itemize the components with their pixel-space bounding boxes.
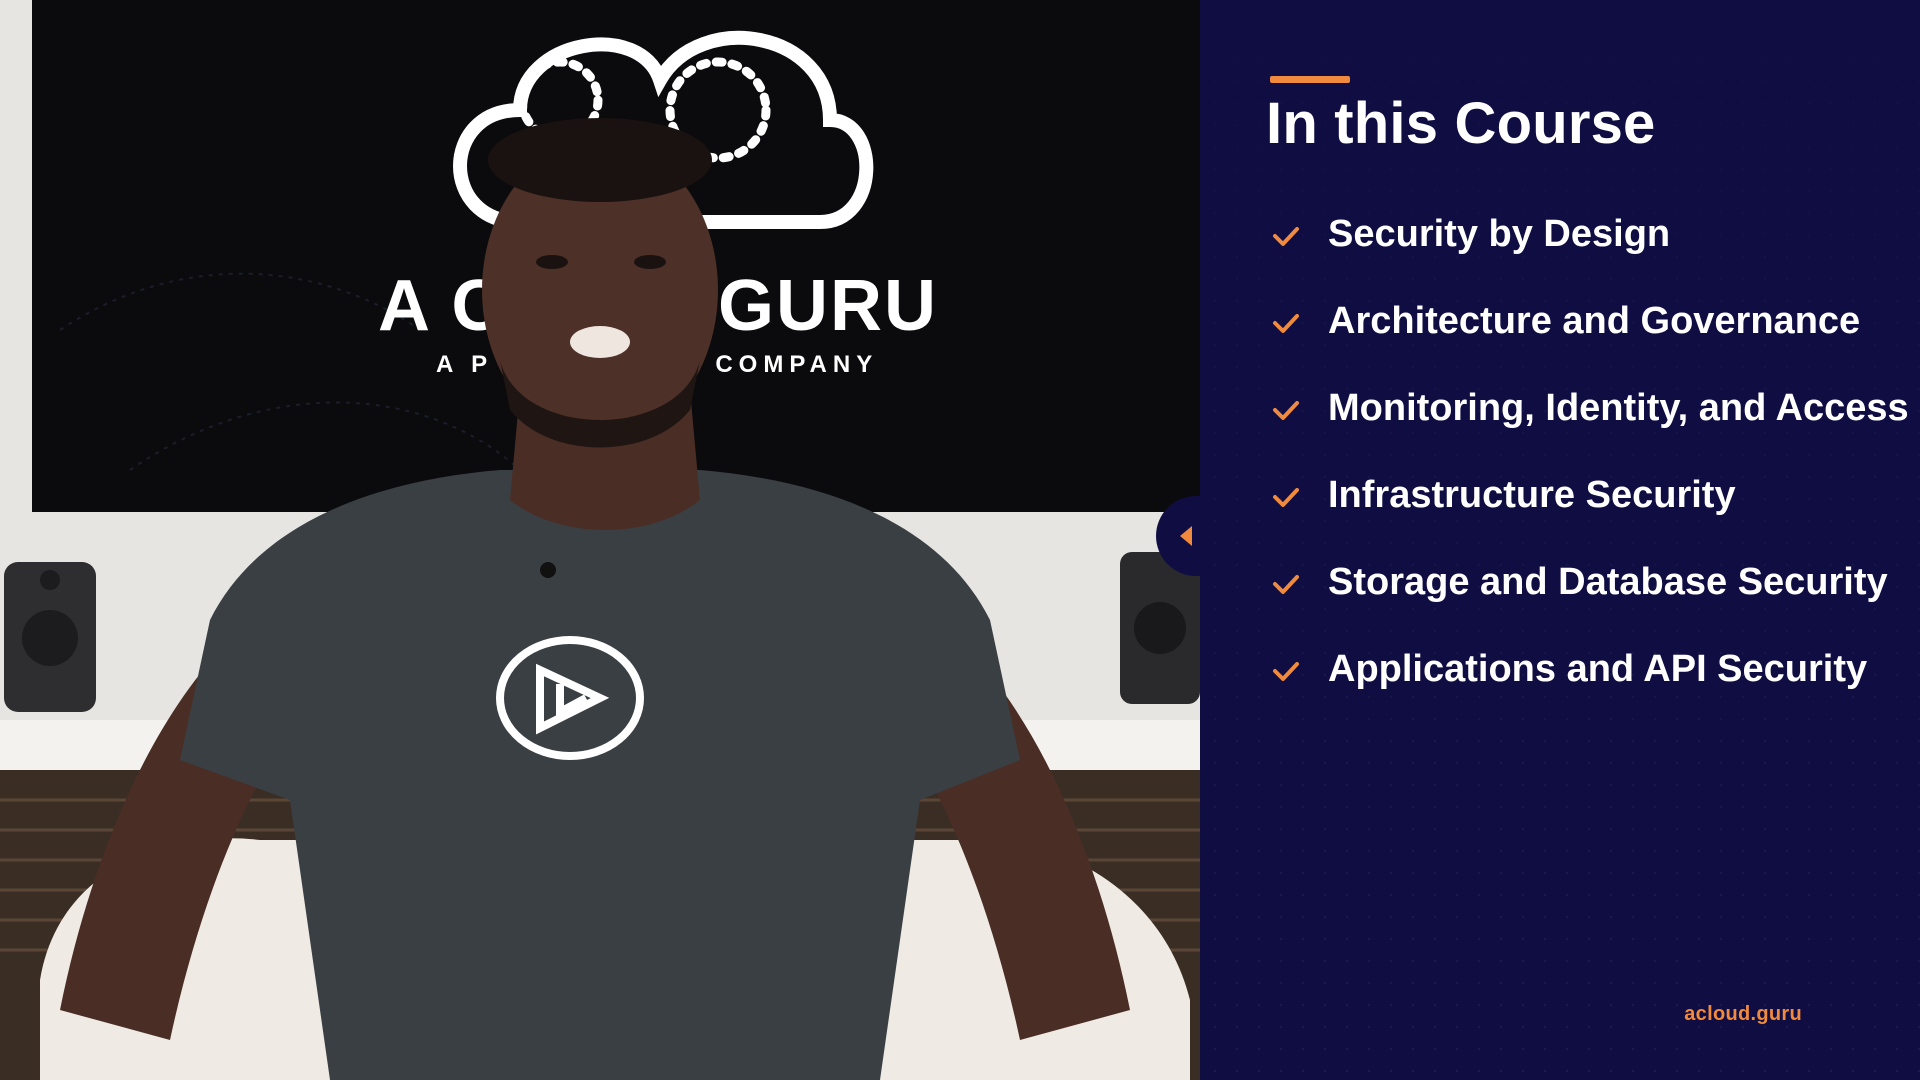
panel-title: In this Course	[1266, 91, 1656, 156]
accent-bar	[1270, 76, 1350, 83]
check-icon	[1273, 401, 1299, 420]
list-item-label: Storage and Database Security	[1328, 561, 1888, 603]
list-item: Architecture and Governance	[1270, 299, 1910, 343]
list-item-label: Monitoring, Identity, and Access	[1328, 387, 1909, 429]
instructor-video: A C GURU A P T COMPANY	[0, 0, 1200, 1080]
svg-text:T COMPANY: T COMPANY	[682, 351, 878, 378]
check-icon	[1273, 227, 1299, 246]
course-topic-list: Security by Design Architecture and Gove…	[1270, 212, 1910, 734]
brand-logo-text: acloud.guru	[1684, 1003, 1802, 1025]
list-item-label: Infrastructure Security	[1328, 474, 1736, 516]
speaker-left-icon	[4, 562, 96, 712]
caret-left-icon	[1180, 526, 1192, 546]
slide-stage: A C GURU A P T COMPANY In this Course Se…	[0, 0, 1920, 1080]
check-icon	[1273, 314, 1299, 333]
list-item: Applications and API Security	[1270, 647, 1910, 691]
list-item: Storage and Database Security	[1270, 560, 1910, 604]
list-item-label: Architecture and Governance	[1328, 300, 1861, 342]
video-scene: A C GURU A P T COMPANY	[0, 0, 1200, 1080]
check-icon	[1273, 662, 1299, 681]
list-item: Monitoring, Identity, and Access	[1270, 386, 1910, 430]
svg-text:GURU: GURU	[718, 266, 938, 346]
list-item-label: Applications and API Security	[1328, 648, 1868, 690]
check-icon	[1273, 575, 1299, 594]
list-item-label: Security by Design	[1328, 213, 1671, 255]
svg-text:A P: A P	[436, 351, 493, 378]
course-panel: In this Course Security by Design Archit…	[1200, 0, 1920, 1080]
list-item: Security by Design	[1270, 212, 1910, 256]
list-item: Infrastructure Security	[1270, 473, 1910, 517]
check-icon	[1273, 488, 1299, 507]
